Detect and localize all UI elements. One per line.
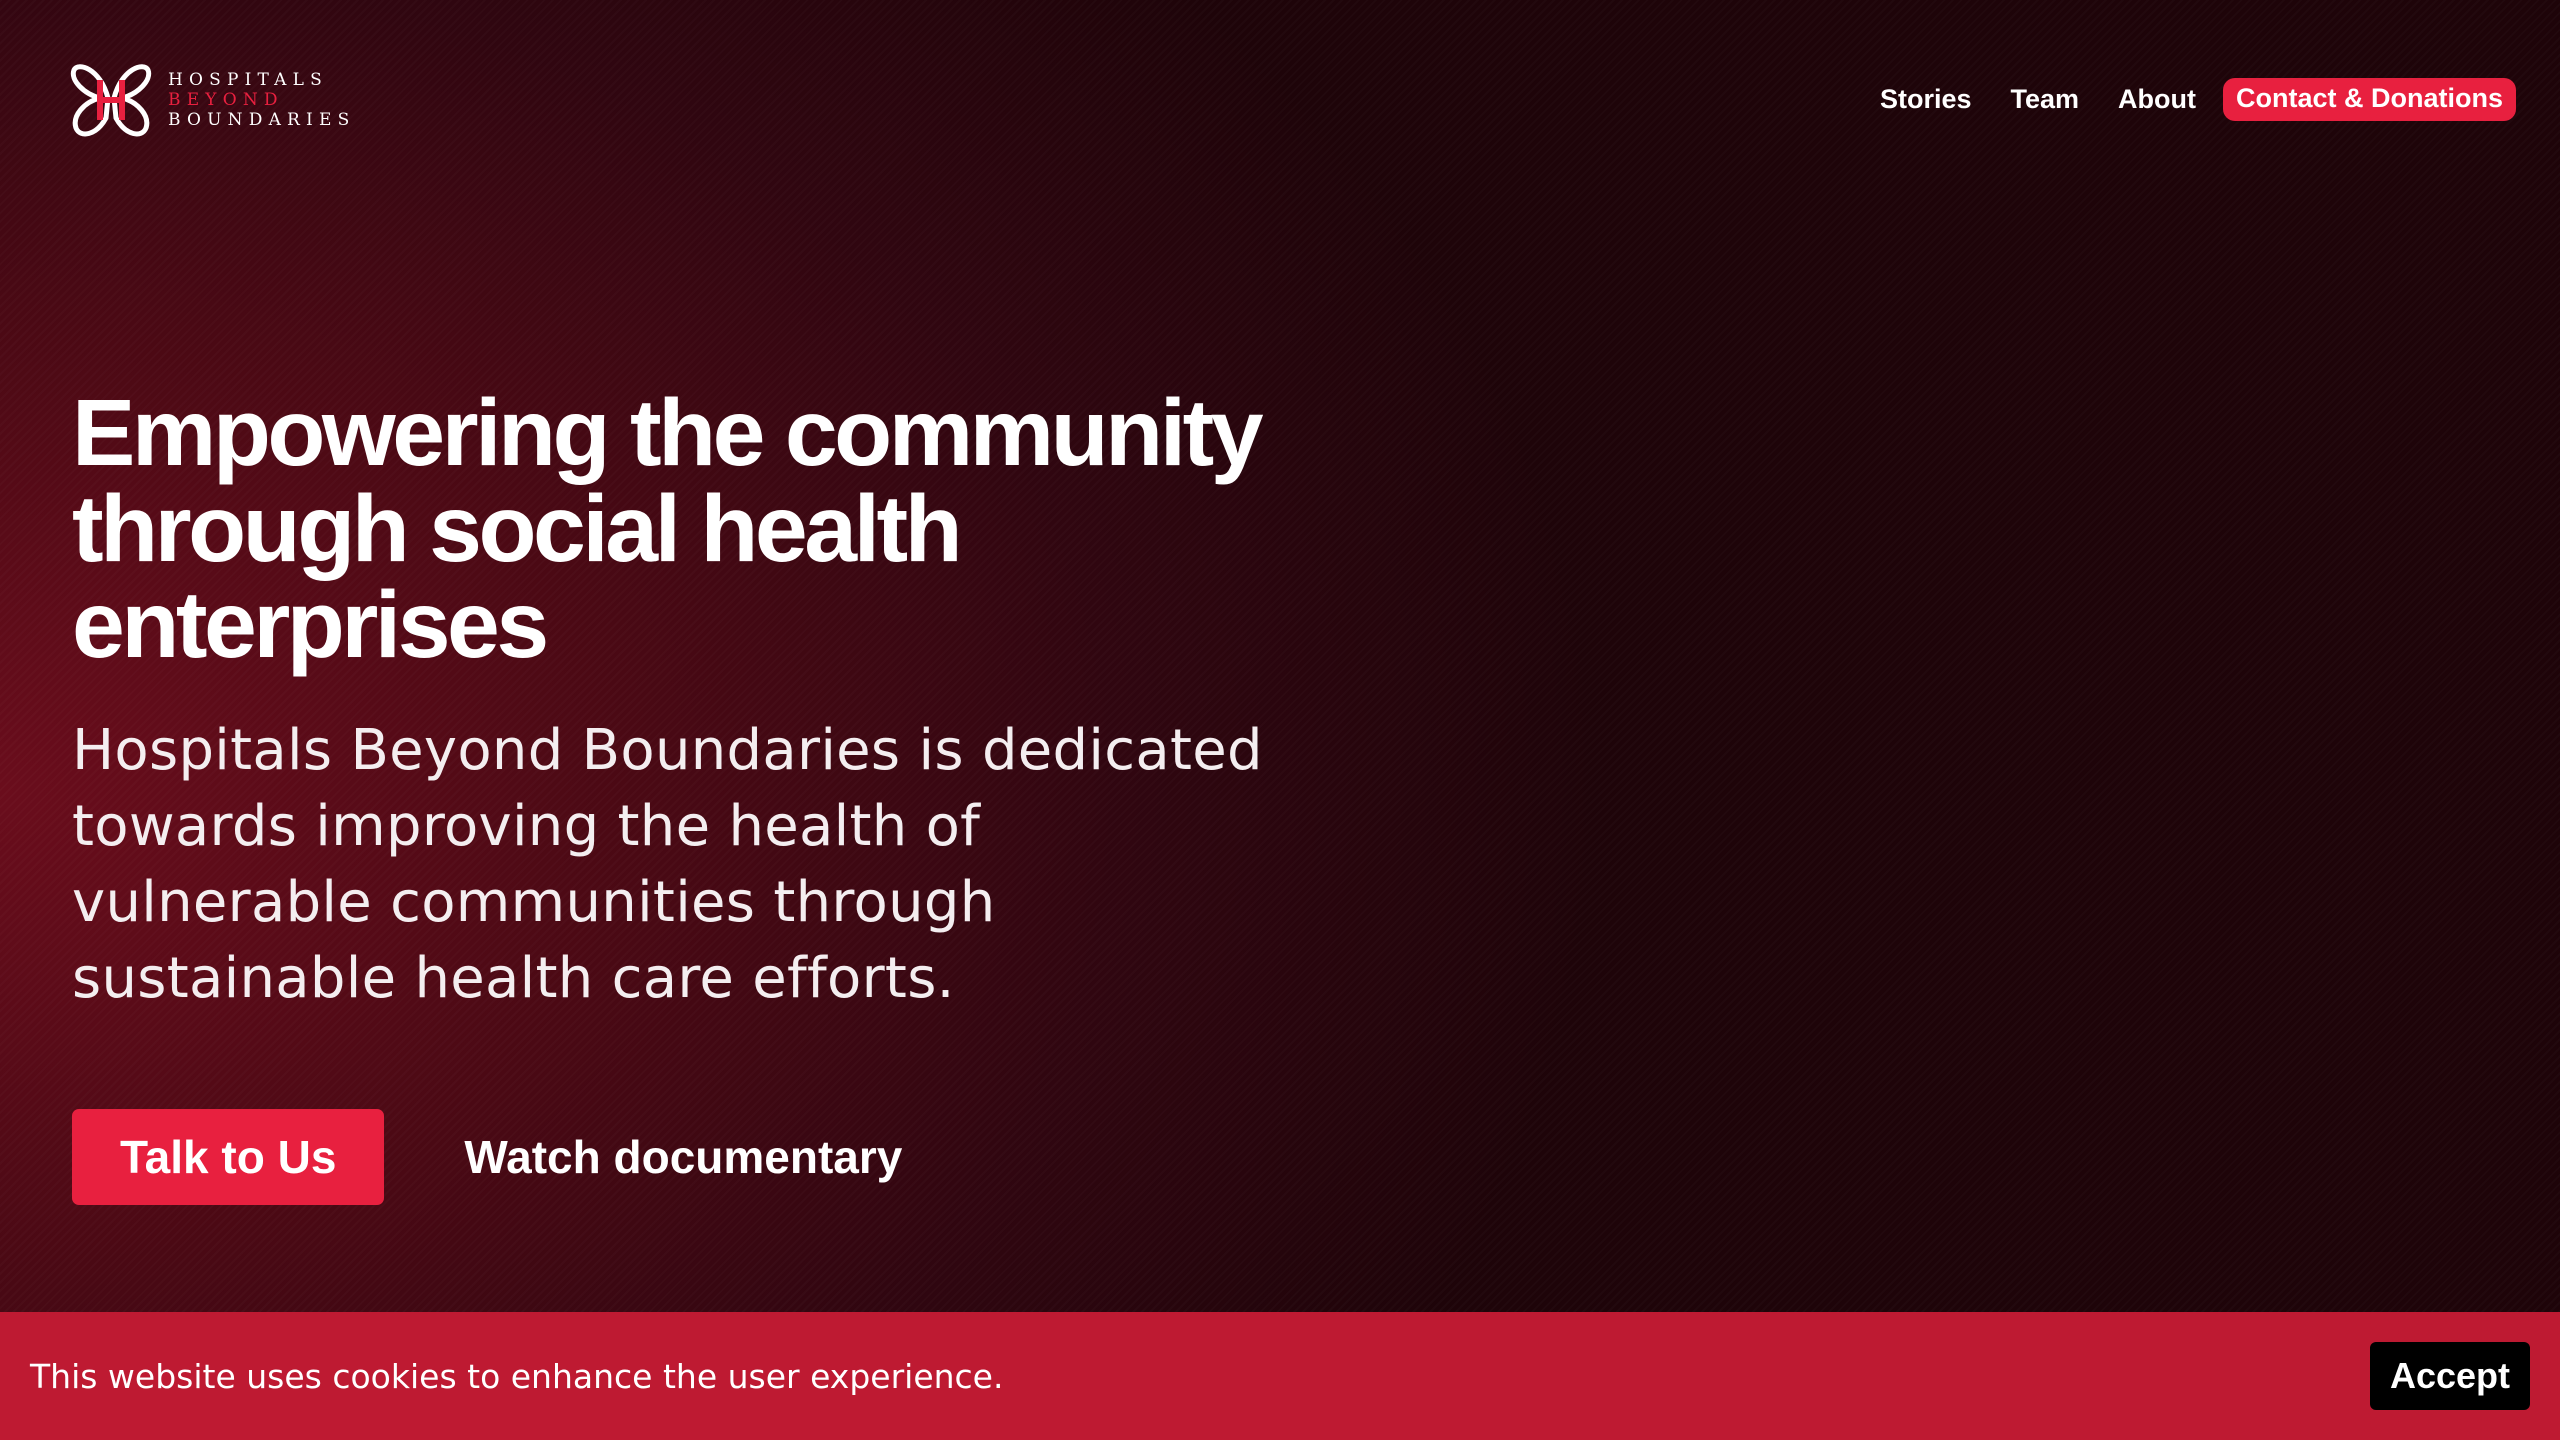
watch-documentary-link[interactable]: Watch documentary bbox=[464, 1130, 902, 1184]
site-header: HOSPITALS BEYOND BOUNDARIES Stories Team… bbox=[0, 0, 2560, 200]
hero-title: Empowering the community through social … bbox=[72, 380, 1264, 678]
talk-to-us-button[interactable]: Talk to Us bbox=[72, 1109, 385, 1205]
cookie-message: This website uses cookies to enhance the… bbox=[30, 1356, 1004, 1396]
hero-section: Empowering the community through social … bbox=[72, 385, 1332, 1205]
nav-link-about[interactable]: About bbox=[2118, 84, 2196, 115]
logo-text-line2: BEYOND bbox=[168, 90, 284, 110]
nav-link-team[interactable]: Team bbox=[2011, 84, 2080, 115]
main-nav: Stories Team About Contact & Donations bbox=[1841, 78, 2516, 121]
hero-subtitle: Hospitals Beyond Boundaries is dedicated… bbox=[72, 718, 1263, 1011]
hero-actions: Talk to Us Watch documentary bbox=[72, 1109, 1332, 1205]
cookie-accept-button[interactable]: Accept bbox=[2369, 1342, 2530, 1410]
nav-link-stories[interactable]: Stories bbox=[1880, 84, 1972, 115]
logo-wordmark: HOSPITALS BEYOND BOUNDARIES bbox=[168, 70, 355, 130]
logo-text-line3: BOUNDARIES bbox=[168, 110, 356, 130]
logo-link[interactable]: HOSPITALS BEYOND BOUNDARIES bbox=[70, 58, 355, 142]
butterfly-logo-icon bbox=[70, 64, 152, 137]
logo-text-line1: HOSPITALS bbox=[168, 70, 328, 90]
contact-donations-button[interactable]: Contact & Donations bbox=[2223, 78, 2516, 121]
cookie-banner: This website uses cookies to enhance the… bbox=[0, 1312, 2560, 1440]
